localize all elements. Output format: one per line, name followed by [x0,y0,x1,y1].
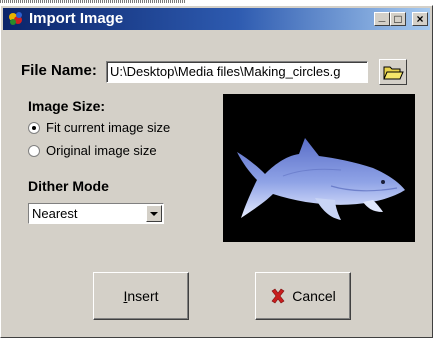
cancel-button[interactable]: Cancel [255,272,351,320]
file-name-label: File Name: [21,62,97,79]
maximize-icon: □ [394,12,402,26]
fit-size-radio[interactable] [28,121,40,134]
insert-button[interactable]: Insert [93,272,189,320]
image-size-label: Image Size: [28,98,106,114]
import-image-dialog: Import Image _ □ × File Name: U:\Desktop… [0,5,433,338]
window-title: Import Image [29,10,124,27]
folder-open-icon [383,66,404,80]
fit-size-option[interactable]: Fit current image size [28,120,170,135]
maximize-button[interactable]: □ [390,12,406,26]
image-preview [223,94,415,242]
file-name-field[interactable]: U:\Desktop\Media files\Making_circles.g [106,61,368,83]
original-size-option[interactable]: Original image size [28,143,157,158]
insert-label: Insert [123,288,159,304]
original-size-label: Original image size [46,143,157,158]
dither-mode-select[interactable]: Nearest [28,203,164,224]
cancel-label: Cancel [292,288,336,304]
dither-mode-value: Nearest [32,206,78,221]
app-logo-icon [9,12,22,25]
close-button[interactable]: × [412,12,428,26]
background-dotted-line [0,0,185,3]
fit-size-label: Fit current image size [46,120,171,135]
chevron-down-icon[interactable] [146,205,162,222]
minimize-icon: _ [378,9,386,23]
dither-mode-label: Dither Mode [28,178,109,194]
shark-image [237,138,405,220]
red-x-icon [271,288,285,304]
title-bar[interactable]: Import Image _ □ × [3,8,430,30]
browse-button[interactable] [379,59,407,85]
close-icon: × [416,12,424,26]
original-size-radio[interactable] [28,144,40,157]
minimize-button[interactable]: _ [374,9,390,26]
